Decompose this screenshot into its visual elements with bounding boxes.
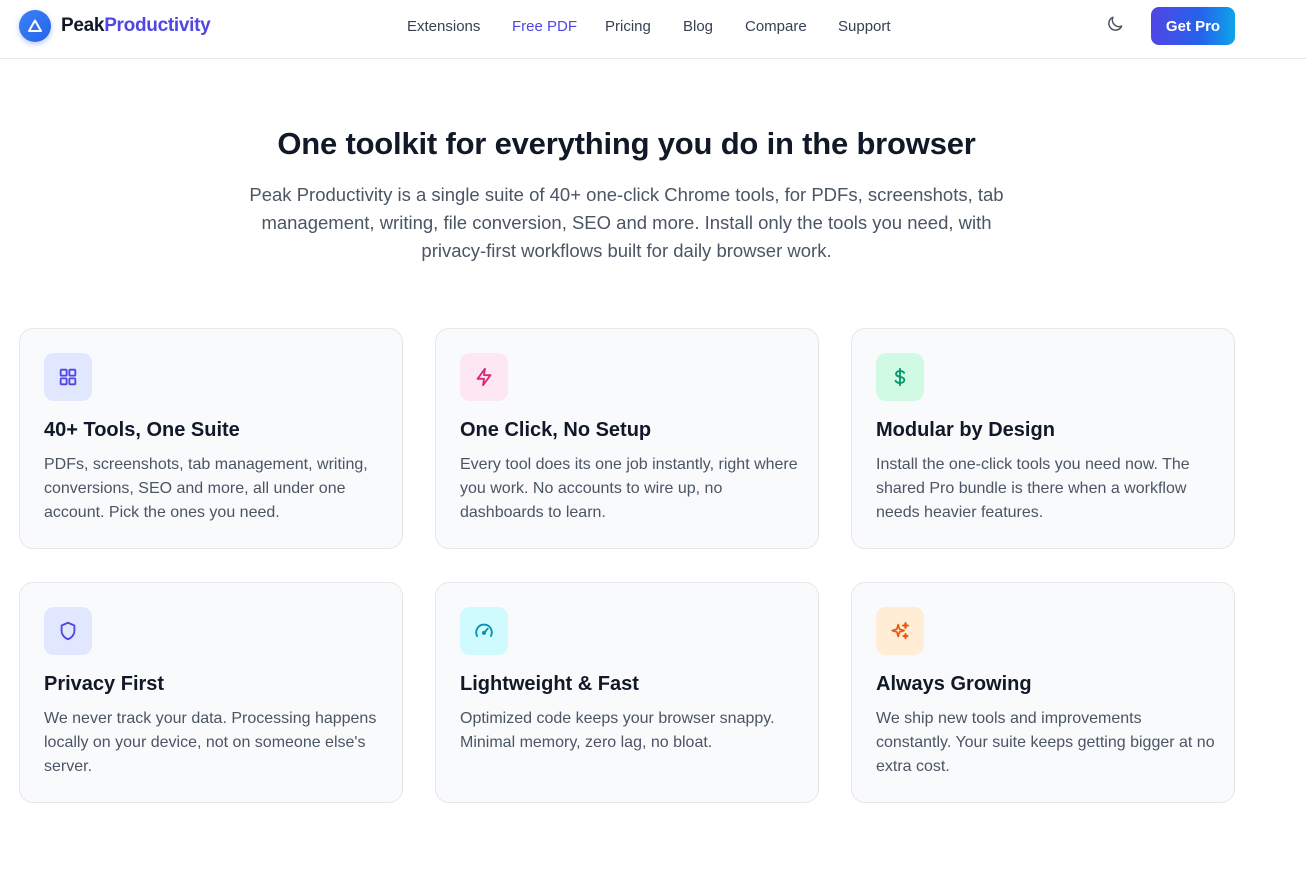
feature-title: Lightweight & Fast [460, 673, 639, 695]
nav-link-extensions[interactable]: Extensions [407, 18, 480, 35]
sparkles-icon [876, 607, 924, 655]
feature-title: Always Growing [876, 673, 1032, 695]
navbar: PeakProductivity Extensions Free PDF Pri… [0, 0, 1306, 59]
feature-card: Privacy First We never track your data. … [19, 582, 403, 803]
shield-icon [44, 607, 92, 655]
grid-icon [44, 353, 92, 401]
feature-title: Modular by Design [876, 419, 1055, 441]
feature-card: Modular by Design Install the one-click … [851, 328, 1235, 549]
feature-description: We ship new tools and improvements const… [876, 710, 1215, 775]
moon-icon[interactable] [1103, 12, 1127, 36]
get-pro-button[interactable]: Get Pro [1151, 7, 1235, 45]
feature-card: Always Growing We ship new tools and imp… [851, 582, 1235, 803]
nav-link-support[interactable]: Support [838, 18, 891, 35]
feature-description: PDFs, screenshots, tab management, writi… [44, 456, 368, 521]
nav-link-blog[interactable]: Blog [683, 18, 713, 35]
feature-card: One Click, No Setup Every tool does its … [435, 328, 819, 549]
hero-title: One toolkit for everything you do in the… [277, 126, 976, 161]
nav-link-pricing[interactable]: Pricing [605, 18, 651, 35]
hero-subtitle: Peak Productivity is a single suite of 4… [249, 184, 1004, 261]
lightning-icon [460, 353, 508, 401]
nav-link-compare[interactable]: Compare [745, 18, 807, 35]
feature-description: Optimized code keeps your browser snappy… [460, 710, 775, 751]
speedometer-icon [460, 607, 508, 655]
feature-card: Lightweight & Fast Optimized code keeps … [435, 582, 819, 803]
nav-link-free-pdf[interactable]: Free PDF [512, 18, 577, 35]
feature-description: We never track your data. Processing hap… [44, 710, 377, 775]
feature-title: Privacy First [44, 673, 165, 695]
feature-card: 40+ Tools, One Suite PDFs, screenshots, … [19, 328, 403, 549]
feature-description: Every tool does its one job instantly, r… [460, 456, 798, 521]
feature-description: Install the one-click tools you need now… [876, 456, 1190, 521]
feature-title: 40+ Tools, One Suite [44, 419, 240, 441]
dollar-icon [876, 353, 924, 401]
feature-title: One Click, No Setup [460, 419, 652, 441]
